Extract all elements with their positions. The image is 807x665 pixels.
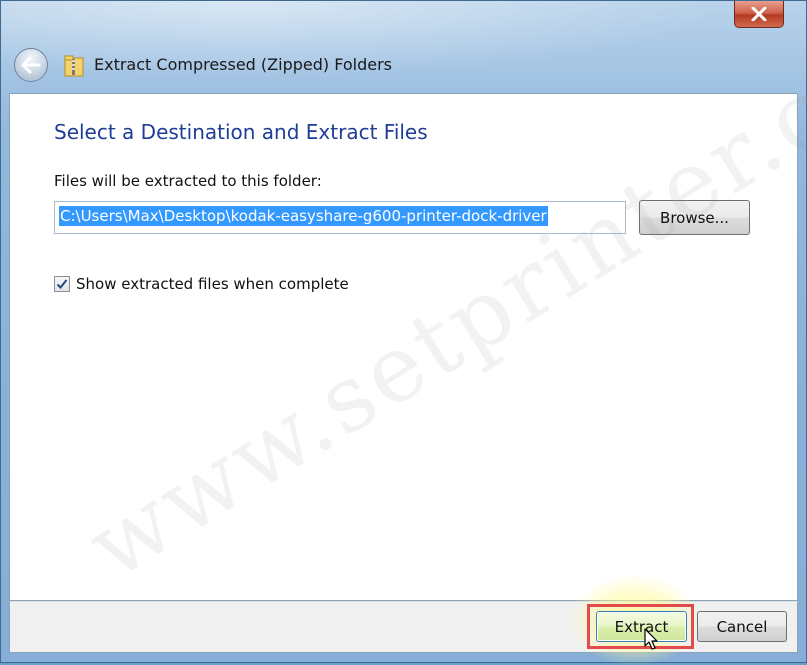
close-button[interactable] [734, 1, 784, 28]
destination-path-value: C:\Users\Max\Desktop\kodak-easyshare-g60… [59, 206, 548, 226]
checkmark-icon [56, 279, 68, 289]
back-arrow-icon [21, 56, 41, 74]
browse-button[interactable]: Browse... [639, 200, 750, 235]
page-heading: Select a Destination and Extract Files [54, 120, 428, 144]
extract-button-highlight-box [587, 604, 694, 649]
mouse-pointer-icon [644, 628, 658, 650]
cancel-button[interactable]: Cancel [697, 611, 787, 642]
destination-label: Files will be extracted to this folder: [54, 172, 322, 190]
show-files-label: Show extracted files when complete [76, 275, 349, 293]
destination-path-input[interactable]: C:\Users\Max\Desktop\kodak-easyshare-g60… [54, 201, 626, 234]
show-files-checkbox[interactable] [54, 276, 70, 292]
close-icon [751, 7, 767, 21]
zip-folder-icon [64, 55, 84, 77]
back-button[interactable] [14, 48, 48, 82]
content-panel: Select a Destination and Extract Files F… [9, 93, 798, 601]
window-title: Extract Compressed (Zipped) Folders [94, 55, 392, 74]
show-files-option[interactable]: Show extracted files when complete [54, 274, 349, 294]
